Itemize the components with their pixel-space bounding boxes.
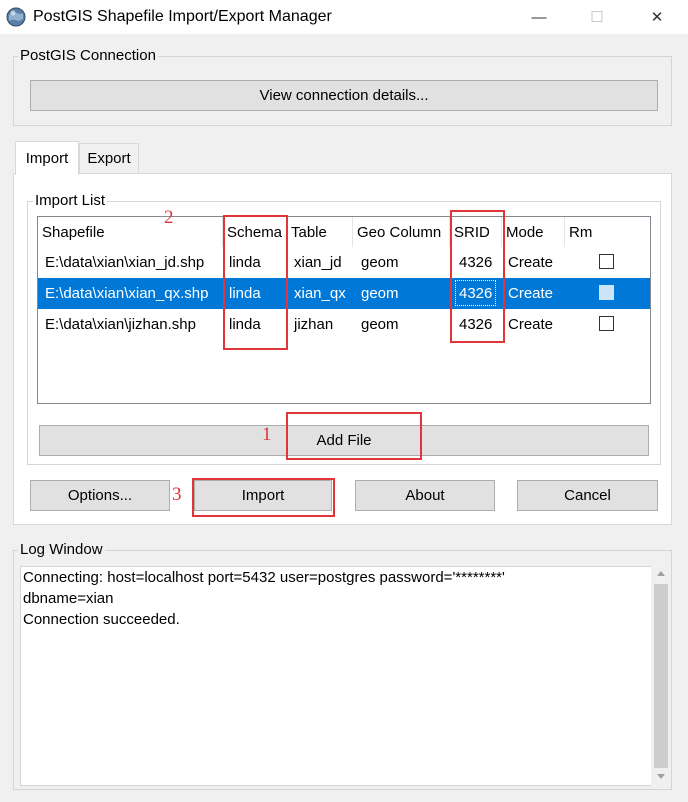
- scroll-up-icon[interactable]: [657, 571, 665, 576]
- cell-mode: Create: [508, 284, 554, 302]
- cell-shapefile: E:\data\xian\xian_jd.shp: [45, 253, 205, 271]
- log-line: Connection succeeded.: [23, 611, 180, 628]
- maximize-button[interactable]: ☐: [574, 0, 620, 34]
- view-connection-details-button[interactable]: View connection details...: [30, 80, 658, 111]
- annotation-box-add-file: [286, 412, 422, 460]
- log-line: Connecting: host=localhost port=5432 use…: [23, 569, 505, 586]
- annotation-box-import: [192, 478, 335, 517]
- window-title: PostGIS Shapefile Import/Export Manager: [33, 8, 332, 25]
- column-header-table[interactable]: Table: [287, 217, 353, 247]
- cell-shapefile: E:\data\xian\xian_qx.shp: [45, 284, 209, 302]
- rm-checkbox[interactable]: [599, 316, 614, 331]
- minimize-icon: —: [531, 8, 547, 26]
- table-row[interactable]: E:\data\xian\jizhan.shp linda jizhan geo…: [38, 309, 650, 340]
- annotation-box-srid: [450, 210, 505, 343]
- tab-import[interactable]: Import: [15, 141, 79, 175]
- annotation-number-2: 2: [164, 207, 174, 228]
- connection-group-label: PostGIS Connection: [18, 47, 158, 64]
- cell-table: xian_jd: [294, 253, 342, 271]
- column-header-shapefile[interactable]: Shapefile: [38, 217, 223, 247]
- log-line: dbname=xian: [23, 590, 114, 607]
- title-bar: PostGIS Shapefile Import/Export Manager …: [0, 0, 688, 34]
- close-button[interactable]: ✕: [634, 0, 680, 34]
- cell-shapefile: E:\data\xian\jizhan.shp: [45, 315, 196, 333]
- log-scrollbar[interactable]: [651, 566, 671, 786]
- rm-checkbox[interactable]: [599, 285, 614, 300]
- scroll-thumb[interactable]: [654, 584, 668, 768]
- column-header-rm[interactable]: Rm: [565, 217, 649, 247]
- options-button[interactable]: Options...: [30, 480, 170, 511]
- cell-table: jizhan: [294, 315, 334, 333]
- maximize-icon: ☐: [590, 9, 604, 26]
- cell-mode: Create: [508, 315, 554, 333]
- postgis-globe-icon: [6, 7, 26, 27]
- about-button[interactable]: About: [355, 480, 495, 511]
- annotation-box-schema: [223, 215, 288, 350]
- cell-table: xian_qx: [294, 284, 346, 302]
- column-header-mode[interactable]: Mode: [502, 217, 565, 247]
- tab-export[interactable]: Export: [79, 143, 139, 173]
- rm-checkbox[interactable]: [599, 254, 614, 269]
- cancel-button[interactable]: Cancel: [517, 480, 658, 511]
- cell-mode: Create: [508, 253, 554, 271]
- cell-geo-column: geom: [361, 315, 399, 333]
- minimize-button[interactable]: —: [516, 0, 562, 34]
- table-row[interactable]: E:\data\xian\xian_jd.shp linda xian_jd g…: [38, 247, 650, 278]
- import-list-label: Import List: [33, 192, 108, 209]
- scroll-down-icon[interactable]: [657, 774, 665, 779]
- log-window-label: Log Window: [18, 541, 105, 558]
- close-icon: ✕: [650, 9, 664, 26]
- cell-geo-column: geom: [361, 253, 399, 271]
- cell-geo-column: geom: [361, 284, 399, 302]
- log-text-area[interactable]: [20, 566, 672, 786]
- annotation-number-3: 3: [172, 484, 182, 505]
- annotation-number-1: 1: [262, 424, 272, 445]
- column-header-geo-column[interactable]: Geo Column: [353, 217, 450, 247]
- table-row-selected[interactable]: E:\data\xian\xian_qx.shp linda xian_qx g…: [38, 278, 650, 309]
